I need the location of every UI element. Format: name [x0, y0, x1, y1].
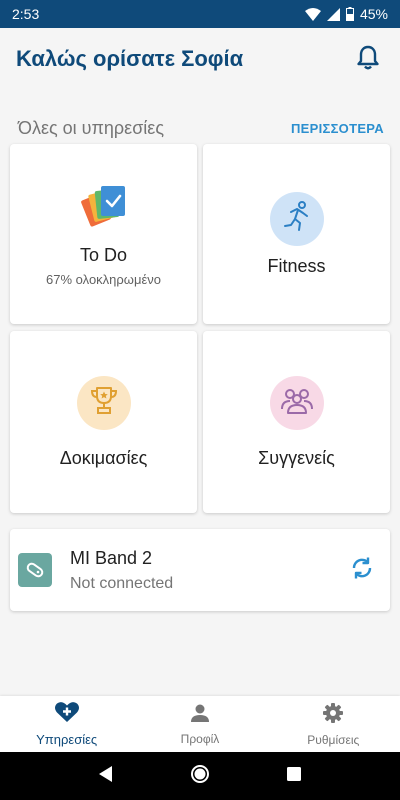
device-info: MI Band 2 Not connected: [70, 548, 173, 593]
heart-plus-icon: [54, 701, 80, 728]
fitness-card-label: Fitness: [267, 255, 326, 276]
battery-icon: [345, 7, 354, 21]
relatives-icon: [279, 385, 315, 420]
nav-label-profile: Προφίλ: [180, 731, 220, 746]
notifications-button[interactable]: [352, 43, 384, 75]
todo-cards-icon: [79, 182, 129, 235]
device-name: MI Band 2: [70, 547, 153, 568]
signal-icon: [326, 7, 340, 21]
services-section-header: Όλες οι υπηρεσίες ΠΕΡΙΣΣΟΤΕΡΑ: [0, 108, 400, 148]
back-button[interactable]: [98, 765, 114, 788]
more-link[interactable]: ΠΕΡΙΣΣΟΤΕΡΑ: [291, 121, 384, 136]
todo-card-label: To Do: [79, 244, 128, 265]
challenges-card[interactable]: Δοκιμασίες: [10, 331, 197, 513]
services-title: Όλες οι υπηρεσίες: [18, 117, 164, 138]
home-button[interactable]: [190, 764, 210, 789]
fitness-icon-circle: [269, 191, 324, 246]
sync-icon: [349, 555, 375, 586]
relatives-card[interactable]: Συγγενείς: [203, 331, 390, 513]
recents-button[interactable]: [286, 766, 302, 787]
page-title: Καλώς ορίσατε Σοφία: [16, 46, 244, 71]
bell-icon: [356, 44, 380, 75]
status-bar: 2:53 45%: [0, 0, 400, 28]
relatives-icon-circle: [269, 375, 324, 430]
challenges-icon-circle: [76, 375, 131, 430]
relatives-card-label: Συγγενείς: [258, 447, 335, 468]
running-person-icon: [280, 199, 314, 238]
band-device-icon: [18, 553, 52, 587]
status-icons: 45%: [304, 6, 388, 22]
nav-item-services[interactable]: Υπηρεσίες: [0, 696, 133, 752]
wifi-icon: [304, 7, 321, 21]
system-navigation-bar: [0, 752, 400, 800]
nav-label-services: Υπηρεσίες: [36, 732, 98, 747]
status-time: 2:53: [12, 6, 40, 22]
trophy-icon: [88, 384, 120, 421]
sync-button[interactable]: [342, 550, 382, 590]
nav-item-settings[interactable]: Ρυθμίσεις: [267, 696, 400, 752]
nav-label-settings: Ρυθμίσεις: [307, 732, 360, 747]
fitness-card[interactable]: Fitness: [203, 144, 390, 324]
bottom-navigation: Υπηρεσίες Προφίλ Ρυθμίσεις: [0, 696, 400, 752]
gear-icon: [322, 702, 344, 729]
battery-percent: 45%: [359, 6, 388, 22]
device-status: Not connected: [70, 574, 174, 592]
nav-item-profile[interactable]: Προφίλ: [133, 696, 266, 752]
challenges-card-label: Δοκιμασίες: [59, 447, 148, 468]
device-card[interactable]: MI Band 2 Not connected: [10, 529, 390, 611]
todo-card-progress: 67% ολοκληρωμένο: [46, 271, 161, 287]
person-icon: [190, 703, 210, 728]
app-header: Καλώς ορίσατε Σοφία: [0, 28, 400, 90]
todo-card[interactable]: To Do 67% ολοκληρωμένο: [10, 144, 197, 324]
